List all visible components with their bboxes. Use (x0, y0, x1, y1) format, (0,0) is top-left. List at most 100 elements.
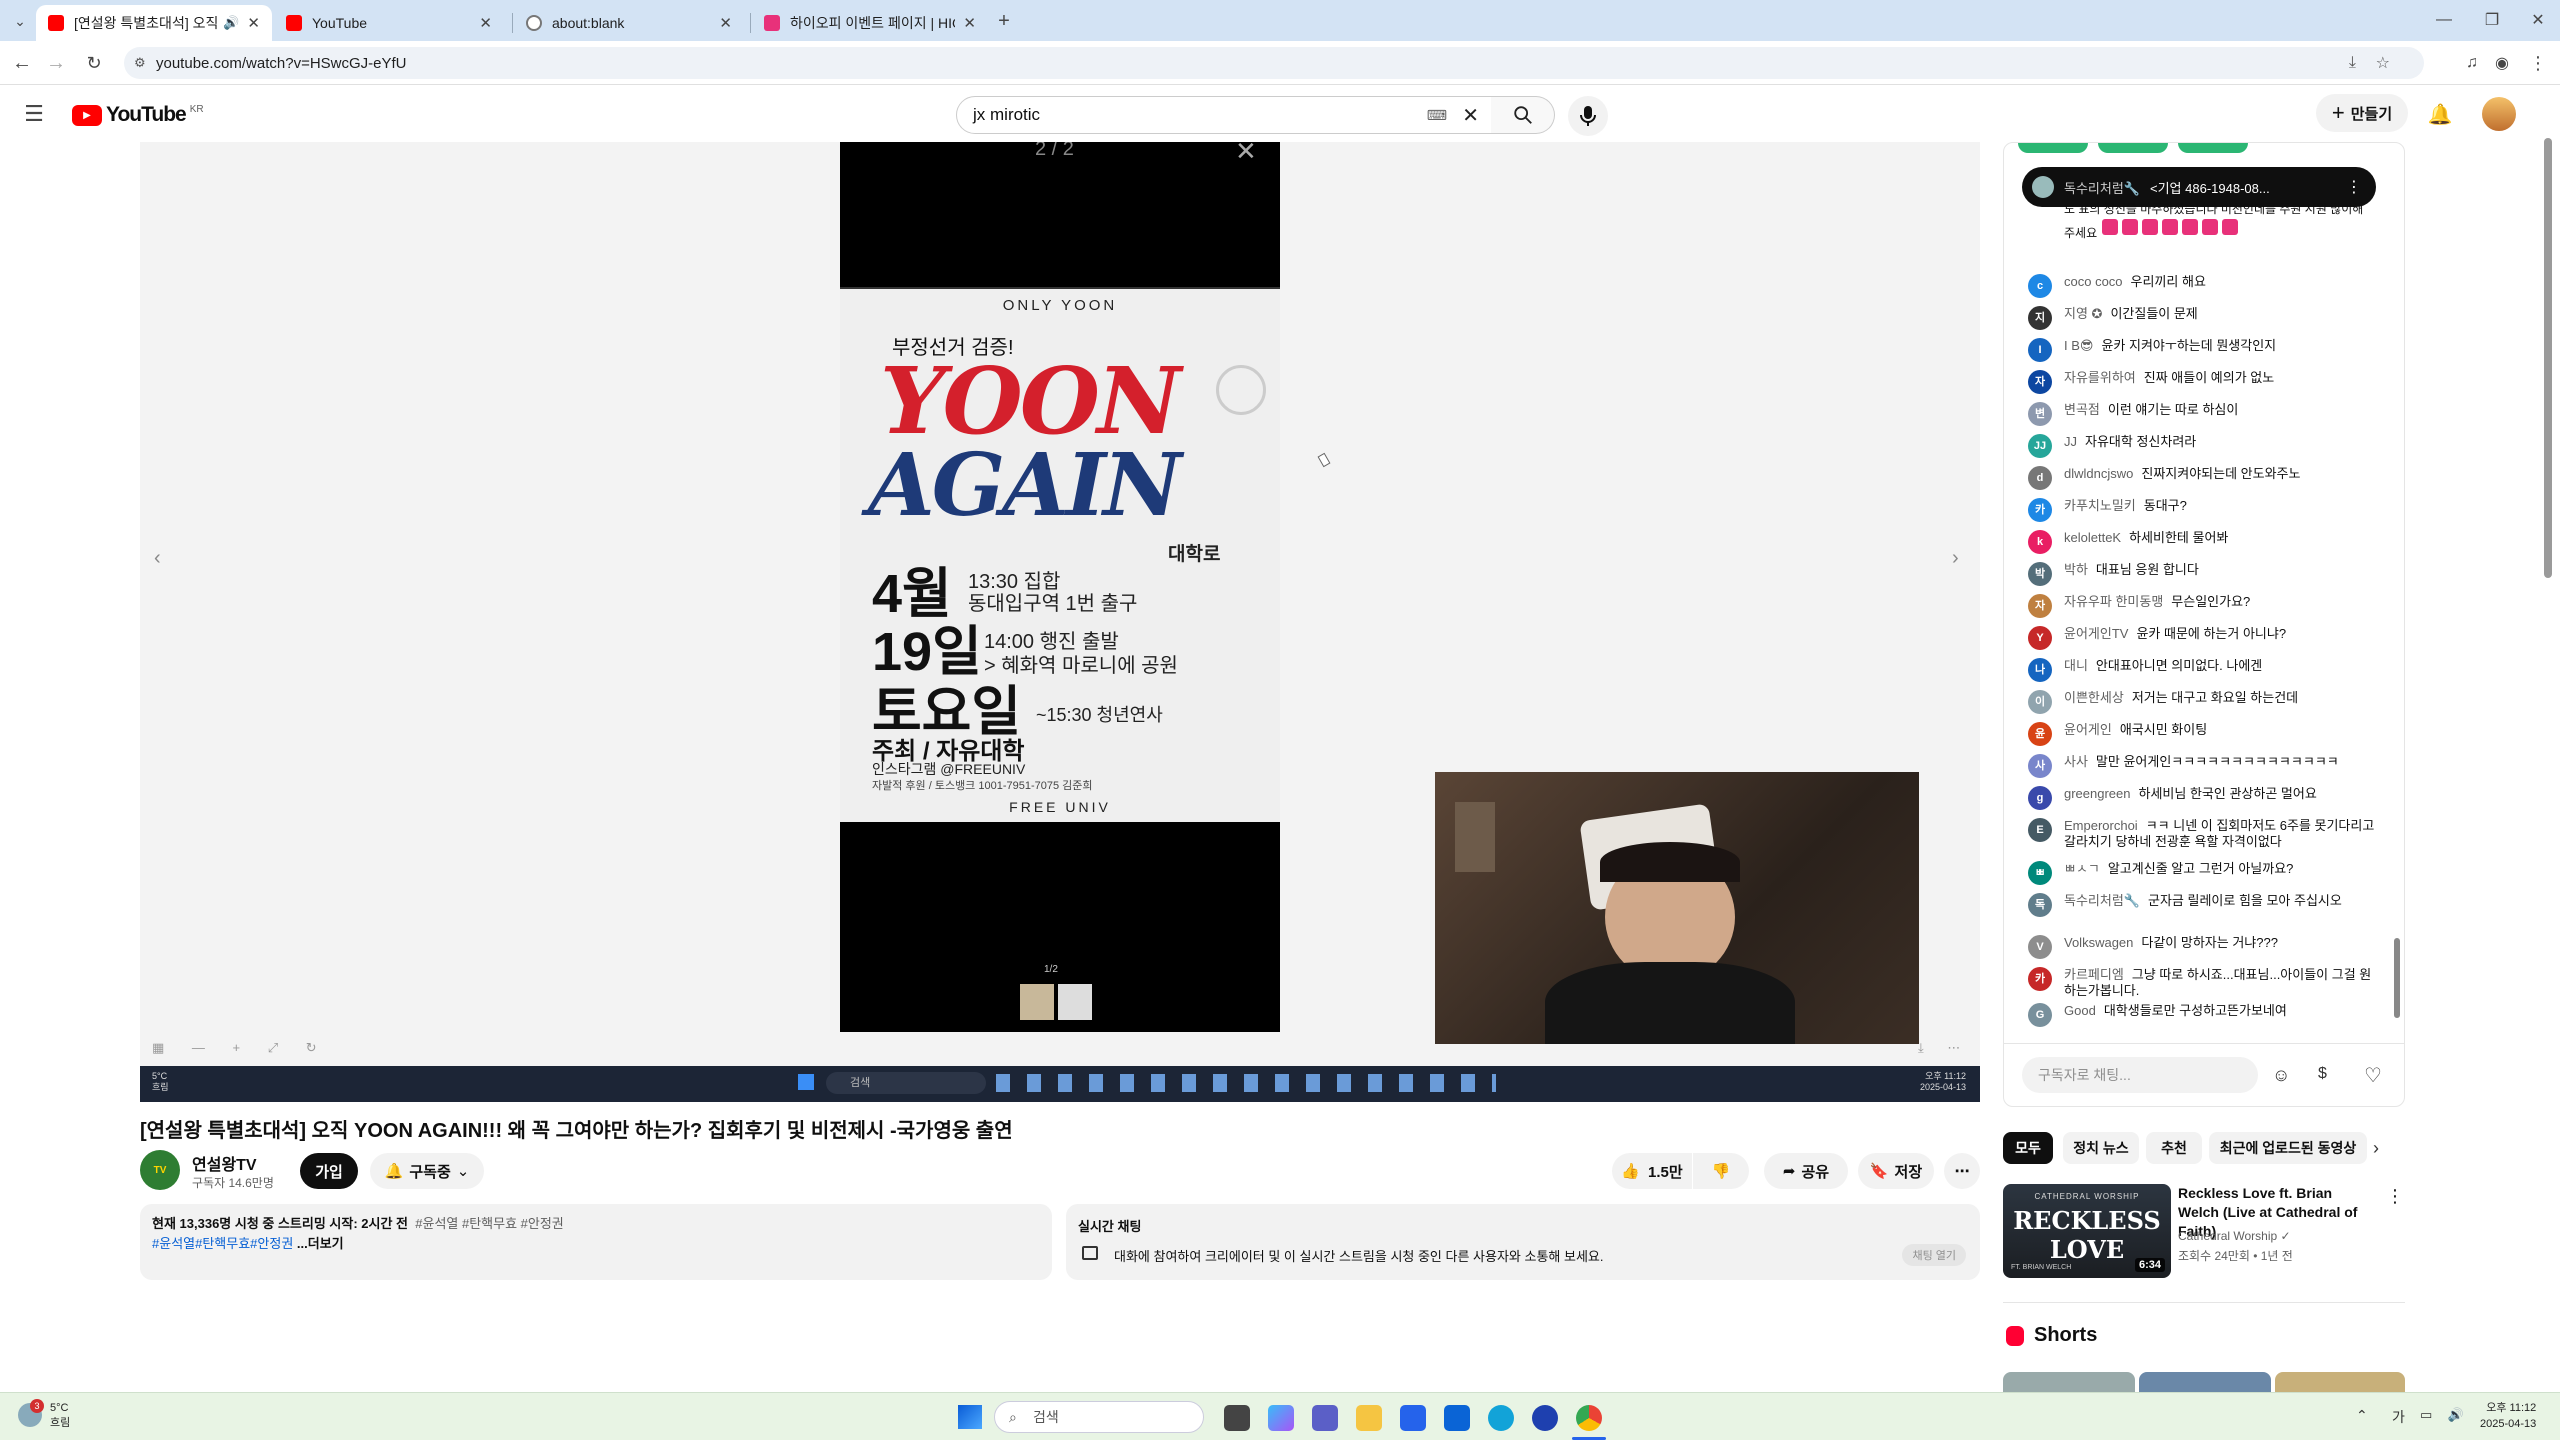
chip-filter[interactable]: 최근에 업로드된 동영상 (2209, 1132, 2367, 1164)
chat-message[interactable]: 변 변곡점 이런 얘기는 따로 하심이 (2028, 402, 2378, 426)
file-explorer-icon[interactable] (1356, 1405, 1382, 1431)
chat-author[interactable]: 자유우파 한미동맹 (2064, 594, 2163, 609)
chat-author[interactable]: I B😎 (2064, 338, 2093, 353)
copilot-icon[interactable] (1268, 1405, 1294, 1431)
chat-message[interactable]: 자 자유우파 한미동맹 무슨일인가요? (2028, 594, 2378, 618)
tab-0[interactable]: [연설왕 특별초대석] 오직 Y 🔊 ✕ (36, 5, 272, 41)
chip-filter[interactable]: 정치 뉴스 (2063, 1132, 2139, 1164)
tab-search-icon[interactable]: ⌄ (6, 7, 34, 35)
subscribed-button[interactable]: 🔔 구독중 ⌄ (370, 1153, 484, 1189)
chat-author[interactable]: greengreen (2064, 786, 2131, 801)
chat-message[interactable]: 박 박하 대표님 응원 합니다 (2028, 562, 2378, 586)
search-button[interactable] (1491, 96, 1555, 134)
speaker-icon[interactable]: 🔊 (223, 15, 239, 31)
tab-close-icon[interactable]: ✕ (479, 14, 492, 32)
chat-author[interactable]: 자유를위하여 (2064, 370, 2136, 385)
chat-message[interactable]: V Volkswagen 다같이 망하자는 거냐??? (2028, 935, 2378, 959)
chat-author[interactable]: Emperorchoi (2064, 818, 2138, 833)
short-thumb-1[interactable] (2003, 1372, 2135, 1392)
chat-author[interactable]: 변곡점 (2064, 402, 2100, 417)
chat-message[interactable]: 윤 윤어게인 애국시민 화이팅 (2028, 722, 2378, 746)
maximize-icon[interactable]: ❐ (2478, 6, 2506, 34)
windows-start-icon[interactable] (958, 1405, 982, 1429)
description-box[interactable]: 현재 13,336명 시청 중 스트리밍 시작: 2시간 전 #윤석열 #탄핵무… (140, 1204, 1052, 1280)
hashtags[interactable]: #윤석열 #탄핵무효 #안정권 (415, 1216, 564, 1231)
tab-2[interactable]: about:blank ✕ (514, 5, 744, 41)
thumbnail-2[interactable] (1058, 984, 1092, 1020)
edge-icon[interactable] (1488, 1405, 1514, 1431)
app-icon[interactable] (1532, 1405, 1558, 1431)
channel-name[interactable]: 연설왕TV (192, 1151, 257, 1175)
rec-channel[interactable]: Cathedral Worship ✓ (2178, 1229, 2291, 1243)
video-player[interactable]: 2 / 2 ✕ ONLY YOON 부정선거 검증! YOON AGAIN 대학… (140, 142, 1980, 1102)
chat-author[interactable]: ㅃㅅㄱ (2064, 861, 2100, 876)
viewer-download-icon[interactable]: ⤓ ⋯ (1918, 1040, 1970, 1056)
chat-message[interactable]: JJ JJ 자유대학 정신차려라 (2028, 434, 2378, 458)
search-input[interactable]: jx mirotic ⌨ ✕ (956, 96, 1492, 134)
reload-icon[interactable]: ↻ (80, 49, 108, 77)
clear-search-icon[interactable]: ✕ (1462, 103, 1479, 128)
keyboard-icon[interactable]: ⌨ (1427, 107, 1447, 124)
dislike-button[interactable]: 👎 (1693, 1153, 1749, 1189)
like-button[interactable]: 👍 1.5만 (1612, 1153, 1692, 1189)
chat-message[interactable]: g greengreen 하세비님 한국인 관상하곤 멀어요 (2028, 786, 2378, 810)
chat-scrollbar[interactable] (2394, 938, 2400, 1018)
chrome-icon[interactable] (1576, 1405, 1602, 1431)
clock[interactable]: 오후 11:12 2025-04-13 (2480, 1400, 2536, 1432)
chat-message[interactable]: 카 카푸치노밀키 동대구? (2028, 498, 2378, 522)
chat-author[interactable]: Good (2064, 1003, 2096, 1018)
short-thumb-3[interactable] (2275, 1372, 2405, 1392)
chat-author[interactable]: 윤어게인 (2064, 722, 2112, 737)
chat-author[interactable]: JJ (2064, 434, 2077, 449)
close-image-icon[interactable]: ✕ (1235, 142, 1257, 167)
outlook-icon[interactable] (1444, 1405, 1470, 1431)
heart-icon[interactable]: ♡ (2364, 1063, 2382, 1088)
chat-message[interactable]: k keloletteK 하세비한테 물어봐 (2028, 530, 2378, 554)
viewer-toolbar[interactable]: ▦ — + ⤢ ↻ (152, 1040, 329, 1056)
emoji-icon[interactable]: ☺ (2272, 1065, 2290, 1086)
chat-input[interactable]: 구독자로 채팅... (2022, 1057, 2258, 1093)
taskbar-search[interactable]: ⌕ 검색 (994, 1401, 1204, 1433)
more-actions-button[interactable]: ⋯ (1944, 1153, 1980, 1189)
page-scrollbar[interactable] (2544, 138, 2552, 578)
task-view-icon[interactable] (1224, 1405, 1250, 1431)
prev-image-icon[interactable]: ‹ (154, 547, 161, 570)
hashtags-links[interactable]: #윤석열#탄핵무효#안정권 (152, 1236, 293, 1251)
chat-message[interactable]: 자 자유를위하여 진짜 애들이 예의가 없노 (2028, 370, 2378, 394)
chat-message[interactable]: Y 윤어게인TV 윤카 때문에 하는거 아니냐? (2028, 626, 2378, 650)
next-image-icon[interactable]: › (1952, 547, 1959, 570)
chat-message[interactable]: 이 이쁜한세상 저거는 대구고 화요일 하는건데 (2028, 690, 2378, 714)
chat-message[interactable]: d dlwldncjswo 진짜지켜야되는데 안도와주노 (2028, 466, 2378, 490)
close-window-icon[interactable]: ✕ (2524, 6, 2552, 34)
chip-filter[interactable]: 추천 (2146, 1132, 2202, 1164)
address-bar[interactable]: ⚙ youtube.com/watch?v=HSwcGJ-eYfU ⤓ ☆ (124, 47, 2424, 79)
chat-author[interactable]: 독수리처럼🔧 (2064, 893, 2140, 908)
channel-avatar[interactable]: TV (140, 1150, 180, 1190)
thumbnail-1[interactable] (1020, 984, 1054, 1020)
share-button[interactable]: ➦ 공유 (1764, 1153, 1848, 1189)
chat-message[interactable]: ㅃㅃㅅㄱ 알고계신줄 알고 그런거 아닐까요? (2028, 861, 2378, 885)
media-control-icon[interactable]: ♫ (2458, 49, 2486, 77)
chat-message[interactable]: E Emperorchoi ㅋㅋ 니넨 이 집회마저도 6주를 못기다리고 갈라치기… (2028, 818, 2378, 850)
notifications-bell-icon[interactable]: 🔔 (2426, 100, 2454, 128)
chat-author[interactable]: 대니 (2064, 658, 2088, 673)
show-more[interactable]: ...더보기 (297, 1236, 344, 1251)
profile-icon[interactable]: ◉ (2488, 49, 2516, 77)
hamburger-menu-icon[interactable]: ☰ (20, 100, 48, 128)
chip-filter[interactable]: 모두 (2003, 1132, 2053, 1164)
chat-author[interactable]: 이쁜한세상 (2064, 690, 2124, 705)
chat-message[interactable]: 독 독수리처럼🔧 군자금 릴레이로 힘을 모아 주십시오 (2028, 893, 2378, 917)
chip-next-icon[interactable]: › (2373, 1138, 2379, 1159)
chat-author[interactable]: dlwldncjswo (2064, 466, 2133, 481)
avatar[interactable] (2482, 97, 2516, 131)
join-button[interactable]: 가입 (300, 1153, 358, 1189)
youtube-logo[interactable]: ▶ YouTube KR (72, 103, 204, 127)
tab-close-icon[interactable]: ✕ (963, 14, 976, 32)
chat-message[interactable]: 지 지영 ✪ 이간질들이 문제 (2028, 306, 2378, 330)
chat-author[interactable]: 카푸치노밀키 (2064, 498, 2136, 513)
tray-icons[interactable]: ▭ 🔊 (2420, 1407, 2470, 1423)
forward-icon[interactable]: → (42, 49, 70, 77)
store-icon[interactable] (1400, 1405, 1426, 1431)
chat-author[interactable]: 사사 (2064, 754, 2088, 769)
tab-3[interactable]: 하이오피 이벤트 페이지 | HIOP ✕ (752, 5, 988, 41)
